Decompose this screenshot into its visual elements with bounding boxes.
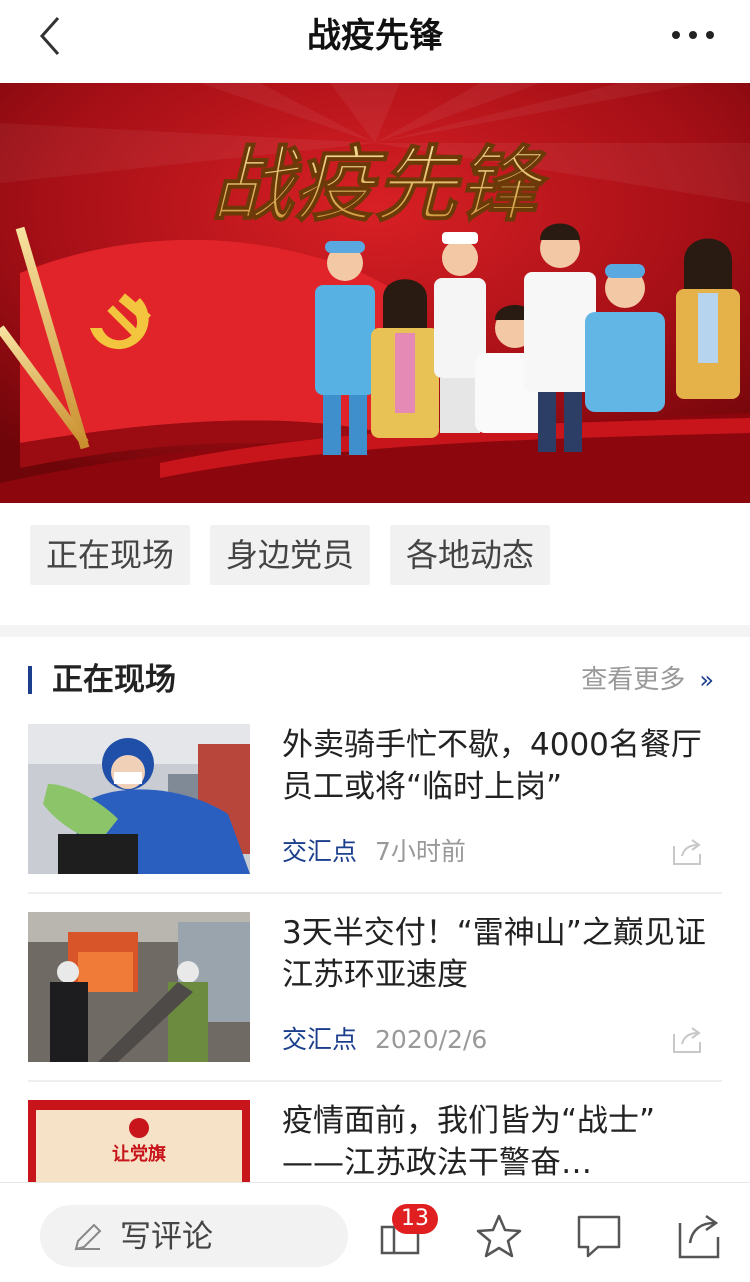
write-comment-button[interactable]: 写评论: [40, 1205, 348, 1267]
share-icon[interactable]: [672, 838, 704, 866]
news-thumbnail: [28, 724, 250, 874]
tab-local-updates[interactable]: 各地动态: [390, 525, 550, 585]
more-button[interactable]: [670, 20, 716, 50]
news-source: 交汇点: [282, 837, 358, 866]
news-headline: 3天半交付！“雷神山”之巅见证江苏环亚速度: [282, 915, 706, 993]
news-item[interactable]: 外卖骑手忙不歇，4000名餐厅员工或将“临时上岗” 交汇点 7小时前: [28, 724, 722, 894]
view-more-link[interactable]: 查看更多 »: [581, 660, 714, 700]
category-tabs: 正在现场 身边党员 各地动态: [0, 503, 750, 625]
news-thumbnail: [28, 912, 250, 1062]
news-headline: 疫情面前，我们皆为“战士” ——江苏政法干警奋…: [282, 1103, 656, 1181]
double-chevron-right-icon: »: [699, 666, 714, 694]
page-title: 战疫先锋: [307, 16, 443, 56]
news-time: 7小时前: [375, 837, 466, 866]
pen-icon: [74, 1223, 102, 1251]
news-meta: 交汇点 7小时前: [282, 834, 466, 870]
section-title: 正在现场: [52, 662, 176, 698]
banner-illustration: 战疫先锋: [0, 83, 750, 503]
view-more-label: 查看更多: [581, 665, 686, 695]
item-separator: [28, 1080, 722, 1082]
item-separator: [28, 892, 722, 894]
share-icon[interactable]: [672, 1026, 704, 1054]
banner[interactable]: 战疫先锋: [0, 83, 750, 503]
news-headline: 外卖骑手忙不歇，4000名餐厅员工或将“临时上岗”: [282, 727, 702, 805]
news-time: 2020/2/6: [375, 1025, 488, 1054]
tab-live-scene[interactable]: 正在现场: [30, 525, 190, 585]
news-item[interactable]: 让党旗 疫情面前，我们皆为“战士” ——江苏政法干警奋…: [28, 1100, 722, 1182]
bottom-action-bar: 写评论: [0, 1182, 750, 1282]
section-accent-bar: [28, 666, 32, 694]
share-icon[interactable]: [676, 1213, 722, 1259]
thumbnail-caption: 让党旗: [112, 1143, 166, 1165]
more-dots-icon: [672, 31, 714, 39]
top-nav-bar: 战疫先锋: [0, 0, 750, 80]
comment-count-badge: 13: [392, 1204, 438, 1234]
section-divider: [0, 625, 750, 637]
tab-party-members[interactable]: 身边党员: [210, 525, 370, 585]
write-comment-label: 写评论: [120, 1219, 213, 1255]
banner-heading: 战疫先锋: [211, 138, 549, 233]
comment-bubble-icon[interactable]: [576, 1213, 622, 1259]
news-thumbnail: 让党旗: [28, 1100, 250, 1182]
news-item[interactable]: 3天半交付！“雷神山”之巅见证江苏环亚速度 交汇点 2020/2/6: [28, 912, 722, 1082]
news-source: 交汇点: [282, 1025, 358, 1054]
section-header: 正在现场 查看更多 »: [0, 650, 750, 710]
news-meta: 交汇点 2020/2/6: [282, 1022, 487, 1058]
star-icon[interactable]: [476, 1213, 522, 1259]
